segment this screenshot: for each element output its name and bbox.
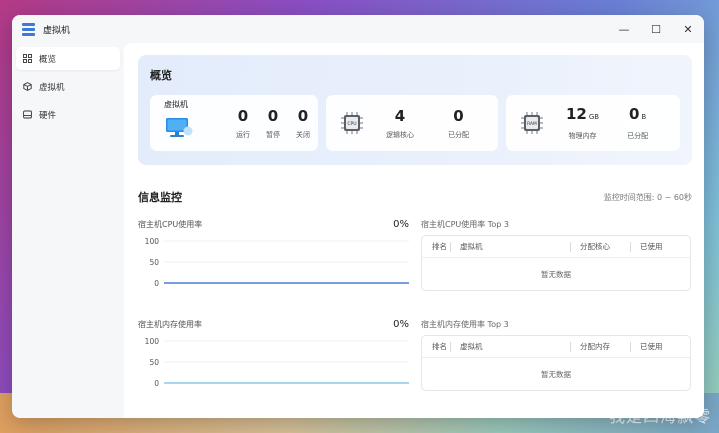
col-allocated: 分配核心	[570, 241, 630, 252]
overview-title: 概览	[150, 69, 172, 82]
ram-badge-text: RAM	[527, 121, 537, 127]
monitor-range: 监控时间范围: 0 ~ 60秒	[603, 192, 692, 202]
vm-running-label: 运行	[236, 130, 250, 139]
memory-allocated-value: 0	[628, 105, 640, 123]
cube-icon	[23, 82, 32, 91]
vm-stopped-label: 关闭	[296, 130, 310, 139]
cpu-logical-label: 逻辑核心	[386, 130, 414, 139]
cpu-table-title: 宿主机CPU使用率 Top 3	[421, 219, 509, 229]
y-tick-label: 100	[145, 337, 160, 346]
cpu-top3-panel: 宿主机CPU使用率 Top 3 排名 虚拟机 分配核心 已使用 暂无数据	[421, 217, 691, 307]
sidebar-item-overview[interactable]: 概览	[16, 47, 120, 70]
sidebar-item-vm[interactable]: 虚拟机	[16, 75, 120, 98]
sidebar-item-label: 虚拟机	[39, 82, 65, 93]
close-button[interactable]: ✕	[672, 15, 704, 43]
table-empty-text: 暂无数据	[541, 369, 571, 379]
mem-chart-title: 宿主机内存使用率	[138, 319, 202, 329]
overview-grid-icon	[23, 54, 32, 63]
col-vm: 虚拟机	[450, 341, 570, 352]
vm-paused-stat: 0 暂停	[266, 107, 280, 140]
sidebar-item-label: 硬件	[39, 110, 57, 121]
vm-stopped-count: 0	[297, 106, 309, 125]
minimize-button[interactable]: —	[608, 15, 640, 43]
cpu-allocated-label: 已分配	[448, 130, 469, 139]
maximize-button[interactable]: ☐	[640, 15, 672, 43]
memory-allocated-stat: 0B 已分配	[627, 105, 648, 141]
col-rank: 排名	[432, 242, 447, 251]
mem-table-title: 宿主机内存使用率 Top 3	[421, 319, 509, 329]
vm-running-count: 0	[237, 106, 249, 125]
title-bar[interactable]: 虚拟机 — ☐ ✕	[12, 15, 704, 43]
col-vm: 虚拟机	[450, 241, 570, 252]
app-window: 虚拟机 — ☐ ✕ 概览 虚拟机 硬件 概览 虚拟机 0 运行 0 暂停 0 关…	[12, 15, 704, 418]
vm-paused-count: 0	[267, 106, 279, 125]
table-empty-text: 暂无数据	[541, 269, 571, 279]
memory-physical-value: 12	[566, 105, 587, 123]
vm-stopped-stat: 0 关闭	[296, 107, 310, 140]
memory-usage-chart: 宿主机内存使用率 0% 100 50 0	[138, 317, 409, 407]
table-header: 排名 虚拟机 分配核心 已使用	[422, 236, 690, 258]
vm-summary-tile: 虚拟机 0 运行 0 暂停 0 关闭	[150, 95, 318, 151]
cpu-chart-current: 0%	[393, 218, 409, 230]
sidebar: 概览 虚拟机 硬件	[12, 43, 124, 418]
y-tick-label: 50	[149, 258, 159, 267]
cpu-logical-count: 4	[394, 106, 406, 125]
cpu-badge-text: CPU	[347, 121, 356, 127]
ram-chip-icon: RAM	[521, 112, 543, 134]
mem-top3-table: 排名 虚拟机 分配内存 已使用 暂无数据	[421, 335, 691, 391]
col-rank: 排名	[432, 342, 447, 351]
cpu-chip-icon: CPU	[341, 112, 363, 134]
y-tick-label: 0	[154, 279, 159, 288]
memory-physical-unit: GB	[588, 113, 600, 121]
overview-card: 概览 虚拟机 0 运行 0 暂停 0 关闭 CPU 4 逻辑核心 0 已分配 R…	[138, 55, 692, 165]
memory-allocated-unit: B	[641, 113, 647, 121]
memory-summary-tile: RAM 12 GB 物理内存 0B 已分配	[506, 95, 680, 151]
cpu-chart-title: 宿主机CPU使用率	[138, 219, 203, 229]
app-logo-icon	[22, 22, 35, 36]
sidebar-item-hardware[interactable]: 硬件	[16, 103, 120, 126]
monitor-title: 信息监控	[138, 191, 182, 204]
cpu-line-chart: 100 50 0	[145, 237, 409, 288]
vm-running-stat: 0 运行	[236, 107, 250, 140]
mem-top3-panel: 宿主机内存使用率 Top 3 排名 虚拟机 分配内存 已使用 暂无数据	[421, 317, 691, 407]
mem-line-chart: 100 50 0	[145, 337, 409, 388]
memory-physical-label: 物理内存	[568, 132, 597, 140]
table-header: 排名 虚拟机 分配内存 已使用	[422, 336, 690, 358]
col-used: 已使用	[630, 241, 680, 252]
cpu-logical-stat: 4 逻辑核心	[386, 107, 414, 140]
col-used: 已使用	[630, 341, 680, 352]
vm-paused-label: 暂停	[266, 130, 280, 139]
cpu-summary-tile: CPU 4 逻辑核心 0 已分配	[326, 95, 498, 151]
y-tick-label: 0	[154, 379, 159, 388]
sidebar-item-label: 概览	[39, 54, 57, 65]
window-title: 虚拟机	[43, 25, 71, 36]
memory-physical-stat: 12 GB 物理内存	[566, 105, 599, 141]
monitor-icon	[166, 117, 193, 137]
drive-icon	[23, 110, 32, 119]
mem-chart-current: 0%	[393, 318, 409, 330]
memory-allocated-label: 已分配	[627, 132, 649, 140]
cpu-top3-table: 排名 虚拟机 分配核心 已使用 暂无数据	[421, 235, 691, 291]
cpu-allocated-count: 0	[453, 106, 464, 125]
vm-tile-label: 虚拟机	[164, 99, 188, 109]
y-tick-label: 100	[145, 237, 160, 246]
y-tick-label: 50	[149, 358, 159, 367]
main-content: 概览 虚拟机 0 运行 0 暂停 0 关闭 CPU 4 逻辑核心 0 已分配 R…	[124, 43, 704, 418]
cpu-usage-chart: 宿主机CPU使用率 0% 100 50 0	[138, 217, 409, 307]
cpu-allocated-stat: 0 已分配	[448, 107, 469, 140]
col-allocated: 分配内存	[570, 341, 630, 352]
